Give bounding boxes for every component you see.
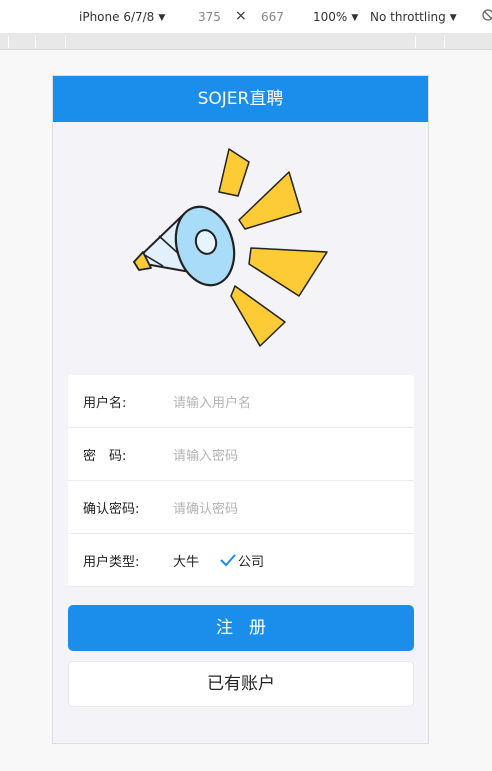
confirm-password-row: 确认密码: 请确认密码 [68,481,414,534]
username-input[interactable]: 请输入用户名 [173,392,251,411]
user-type-option-label: 大牛 [173,554,200,570]
megaphone-icon [133,148,328,347]
height-field[interactable]: 667 [261,10,284,24]
app-title: SOJER直聘 [197,89,284,109]
media-query-ruler[interactable] [0,34,492,50]
dropdown-caret-icon: ▼ [351,13,359,23]
password-label: 密 码: [83,448,127,464]
password-input[interactable]: 请输入密码 [173,445,238,464]
width-field[interactable]: 375 [198,10,221,24]
register-form: 用户名: 请输入用户名 密 码: 请输入密码 确认密码: 请确认密码 用户类型:… [68,375,414,587]
phone-viewport: SOJER直聘 用户名: 请输入用户名 密 码: 请输入密码 确认密码: 请确认… [52,75,429,744]
user-type-row: 用户类型: 大牛 公司 [68,534,414,587]
user-type-option-label: 公司 [238,554,265,570]
zoom-select-label: 100% [313,10,348,24]
confirm-password-input[interactable]: 请确认密码 [173,498,238,517]
user-type-option-company[interactable]: 公司 [219,551,264,570]
rotate-icon[interactable] [482,8,492,25]
username-label: 用户名: [83,395,127,411]
device-select[interactable]: iPhone 6/7/8 ▼ [79,10,165,24]
username-row: 用户名: 请输入用户名 [68,375,414,428]
device-select-label: iPhone 6/7/8 [79,10,155,24]
register-button[interactable]: 注册 [68,605,414,651]
password-row: 密 码: 请输入密码 [68,428,414,481]
throttle-select[interactable]: No throttling ▼ [370,10,457,24]
dropdown-caret-icon: ▼ [449,13,457,23]
checkmark-icon [220,554,236,567]
dimension-separator: × [235,8,247,24]
zoom-select[interactable]: 100% ▼ [313,10,358,24]
have-account-button[interactable]: 已有账户 [68,661,414,707]
user-type-label: 用户类型: [83,554,140,570]
app-header: SOJER直聘 [53,76,428,122]
throttle-select-label: No throttling [370,10,446,24]
user-type-option-expert[interactable]: 大牛 [173,551,199,570]
dropdown-caret-icon: ▼ [158,13,166,23]
devtools-toolbar: iPhone 6/7/8 ▼ 375 × 667 100% ▼ No throttl… [0,0,492,34]
confirm-password-label: 确认密码: [83,501,140,517]
